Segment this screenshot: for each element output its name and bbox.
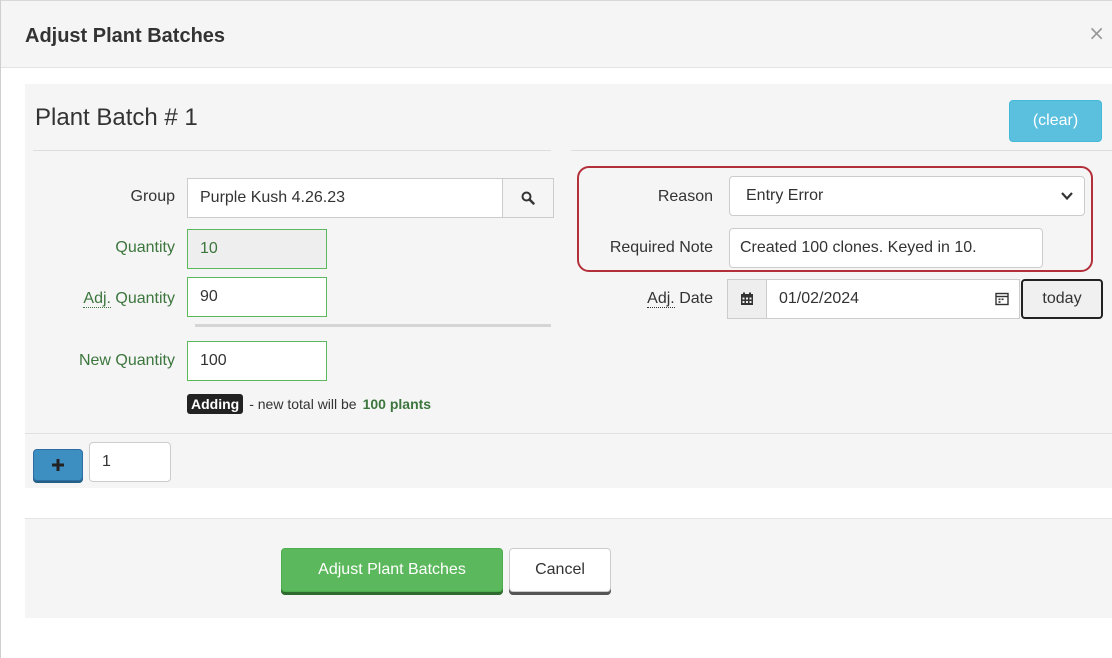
required-note-input[interactable]: Created 100 clones. Keyed in 10. xyxy=(729,228,1043,268)
modal-footer: Adjust Plant Batches Cancel xyxy=(25,518,1112,618)
reason-selected-value: Entry Error xyxy=(746,187,824,204)
date-picker-icon[interactable] xyxy=(995,292,1009,306)
adjust-plant-batches-modal: Adjust Plant Batches × Plant Batch # 1 (… xyxy=(0,0,1112,658)
adj-quantity-label: Adj. Quantity xyxy=(45,290,175,308)
divider xyxy=(33,150,551,151)
plus-icon xyxy=(52,459,64,471)
add-batch-button[interactable] xyxy=(33,449,83,481)
group-search-button[interactable] xyxy=(502,178,554,218)
reason-select[interactable]: Entry Error xyxy=(729,176,1085,216)
cancel-button[interactable]: Cancel xyxy=(509,548,611,592)
quantity-field: 10 xyxy=(187,229,327,269)
status-plants: 100 plants xyxy=(362,396,432,412)
plant-batch-panel: Plant Batch # 1 (clear) Group Purple Kus… xyxy=(25,84,1112,488)
batch-title: Plant Batch # 1 xyxy=(35,104,198,131)
date-addon xyxy=(727,279,767,319)
adj-quantity-label-text: Quantity xyxy=(110,290,175,307)
group-label: Group xyxy=(130,188,175,205)
required-note-label: Required Note xyxy=(609,239,713,256)
divider xyxy=(25,433,1112,434)
clear-button[interactable]: (clear) xyxy=(1009,100,1102,142)
new-quantity-input[interactable]: 100 xyxy=(187,341,327,381)
quantity-label: Quantity xyxy=(115,239,175,256)
status-text: - new total will be xyxy=(249,396,357,412)
adjust-plant-batches-button[interactable]: Adjust Plant Batches xyxy=(281,548,503,592)
chevron-down-icon xyxy=(1061,192,1073,201)
modal-title: Adjust Plant Batches xyxy=(25,25,226,47)
divider xyxy=(571,150,1112,151)
search-icon xyxy=(521,191,535,205)
adj-quantity-input[interactable]: 90 xyxy=(187,277,327,317)
adj-date-label: Adj. Date xyxy=(585,290,713,308)
new-quantity-label: New Quantity xyxy=(78,352,175,369)
quantity-separator xyxy=(195,324,551,327)
adj-abbr: Adj. xyxy=(83,290,111,308)
adj-date-value: 01/02/2024 xyxy=(779,290,860,307)
adj-date-input[interactable]: 01/02/2024 xyxy=(766,279,1020,319)
group-input[interactable]: Purple Kush 4.26.23 xyxy=(187,178,503,218)
today-button[interactable]: today xyxy=(1021,279,1103,319)
calendar-icon xyxy=(741,292,753,305)
adjustment-status: Adding - new total will be 100 plants xyxy=(187,394,431,414)
adj-abbr: Adj. xyxy=(647,290,675,308)
adj-date-label-text: Date xyxy=(674,290,713,307)
close-button[interactable]: × xyxy=(1088,23,1105,43)
modal-header: Adjust Plant Batches × xyxy=(1,0,1112,68)
reason-label: Reason xyxy=(657,188,713,205)
status-badge: Adding xyxy=(187,394,244,414)
batch-count-input[interactable]: 1 xyxy=(89,442,171,482)
